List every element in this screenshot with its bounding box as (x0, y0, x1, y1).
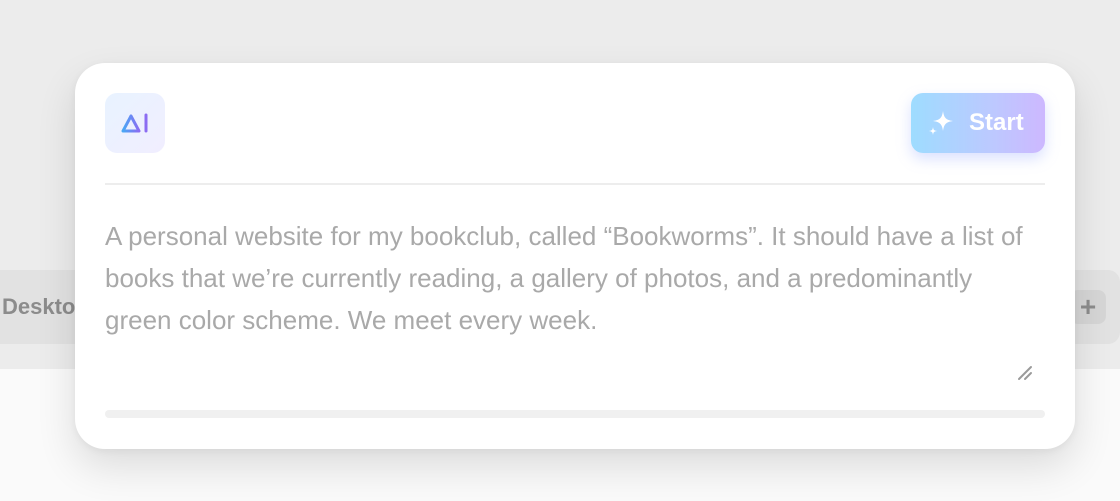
header-divider (105, 183, 1045, 185)
progress-bar (105, 410, 1045, 418)
ai-logo-badge (105, 93, 165, 153)
add-tab-button[interactable]: + (1070, 290, 1106, 324)
start-button[interactable]: Start (911, 93, 1045, 153)
sparkle-icon (929, 111, 953, 135)
start-button-label: Start (969, 109, 1024, 136)
resize-handle-icon[interactable] (1015, 363, 1035, 383)
plus-icon: + (1079, 291, 1097, 322)
ai-prompt-card: Start A personal website for my bookclub… (75, 63, 1075, 449)
ai-logo-icon (121, 113, 148, 133)
prompt-input[interactable]: A personal website for my bookclub, call… (105, 215, 1045, 341)
